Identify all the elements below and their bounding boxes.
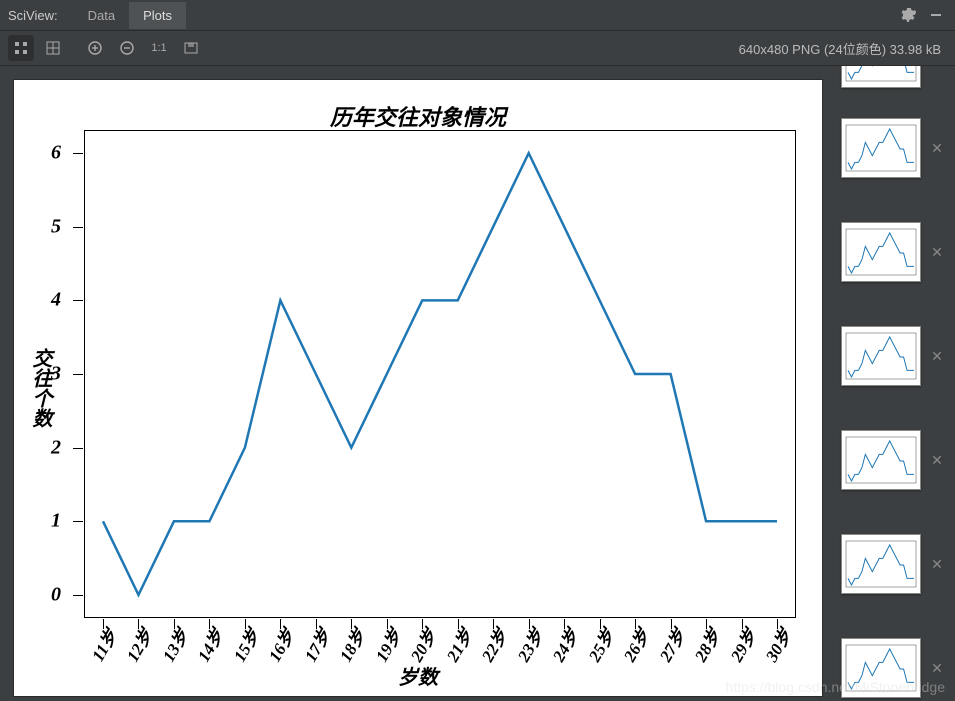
- x-tick-label: 20岁: [403, 624, 442, 666]
- plot-thumbnail[interactable]: [841, 326, 921, 386]
- close-icon[interactable]: ✕: [927, 242, 947, 262]
- plot-thumbnail[interactable]: [841, 66, 921, 88]
- x-tick-label: 30岁: [758, 624, 797, 666]
- tab-plots[interactable]: Plots: [129, 2, 186, 29]
- zoom-out-icon[interactable]: [114, 35, 140, 61]
- chart-line: [85, 131, 795, 617]
- image-info: 640x480 PNG (24位颜色) 33.98 kB: [739, 39, 941, 58]
- x-tick-label: 24岁: [545, 624, 584, 666]
- close-icon[interactable]: ✕: [927, 138, 947, 158]
- chart-axes: 012345611岁12岁13岁14岁15岁16岁17岁18岁19岁20岁21岁…: [84, 130, 796, 618]
- app-name: SciView:: [8, 8, 58, 23]
- x-tick-label: 16岁: [261, 624, 300, 666]
- save-icon[interactable]: [178, 35, 204, 61]
- x-tick-label: 26岁: [616, 624, 655, 666]
- plot-thumbnail[interactable]: [841, 222, 921, 282]
- y-axis-label: 交往个数: [26, 348, 55, 428]
- x-tick-label: 21岁: [438, 624, 477, 666]
- plot-toolbar: 1:1 640x480 PNG (24位颜色) 33.98 kB: [0, 31, 955, 66]
- main-plot-area: 历年交往对象情况 交往个数 岁数 012345611岁12岁13岁14岁15岁1…: [0, 66, 833, 701]
- titlebar: SciView: Data Plots: [0, 0, 955, 31]
- thumbnails-sidebar: ✕ ✕ ✕ ✕ ✕ ✕ ✕: [833, 66, 955, 701]
- gear-icon[interactable]: [897, 4, 919, 26]
- plot-thumbnail[interactable]: [841, 638, 921, 698]
- x-tick-label: 13岁: [155, 624, 194, 666]
- zoom-in-icon[interactable]: [82, 35, 108, 61]
- fullscreen-icon[interactable]: [8, 35, 34, 61]
- plot-thumbnail[interactable]: [841, 534, 921, 594]
- x-tick-label: 15岁: [226, 624, 265, 666]
- x-tick-label: 12岁: [119, 624, 158, 666]
- x-tick-label: 14岁: [190, 624, 229, 666]
- x-tick-label: 27岁: [651, 624, 690, 666]
- x-tick-label: 17岁: [297, 624, 336, 666]
- minimize-icon[interactable]: [925, 4, 947, 26]
- x-tick-label: 11岁: [84, 624, 122, 665]
- plot-thumbnail[interactable]: [841, 430, 921, 490]
- chart-title: 历年交往对象情况: [14, 100, 822, 132]
- close-icon[interactable]: ✕: [927, 554, 947, 574]
- x-tick-label: 28岁: [687, 624, 726, 666]
- x-tick-label: 23岁: [509, 624, 548, 666]
- x-tick-label: 29岁: [722, 624, 761, 666]
- plot-frame: 历年交往对象情况 交往个数 岁数 012345611岁12岁13岁14岁15岁1…: [14, 80, 822, 696]
- close-icon[interactable]: ✕: [927, 658, 947, 678]
- y-tick-label: 4: [51, 289, 61, 312]
- y-tick-label: 5: [51, 215, 61, 238]
- y-tick-label: 6: [51, 142, 61, 165]
- y-tick-label: 1: [51, 510, 61, 533]
- one-to-one-icon[interactable]: 1:1: [146, 35, 172, 61]
- close-icon[interactable]: ✕: [927, 346, 947, 366]
- y-tick-label: 3: [51, 363, 61, 386]
- close-icon[interactable]: ✕: [927, 66, 947, 68]
- x-tick-label: 19岁: [367, 624, 406, 666]
- y-tick-label: 2: [51, 436, 61, 459]
- x-tick-label: 18岁: [332, 624, 371, 666]
- close-icon[interactable]: ✕: [927, 450, 947, 470]
- tab-data[interactable]: Data: [74, 2, 129, 29]
- x-tick-label: 25岁: [580, 624, 619, 666]
- x-axis-label: 岁数: [14, 661, 822, 690]
- y-tick-label: 0: [51, 583, 61, 606]
- grid-icon[interactable]: [40, 35, 66, 61]
- plot-thumbnail[interactable]: [841, 118, 921, 178]
- x-tick-label: 22岁: [474, 624, 513, 666]
